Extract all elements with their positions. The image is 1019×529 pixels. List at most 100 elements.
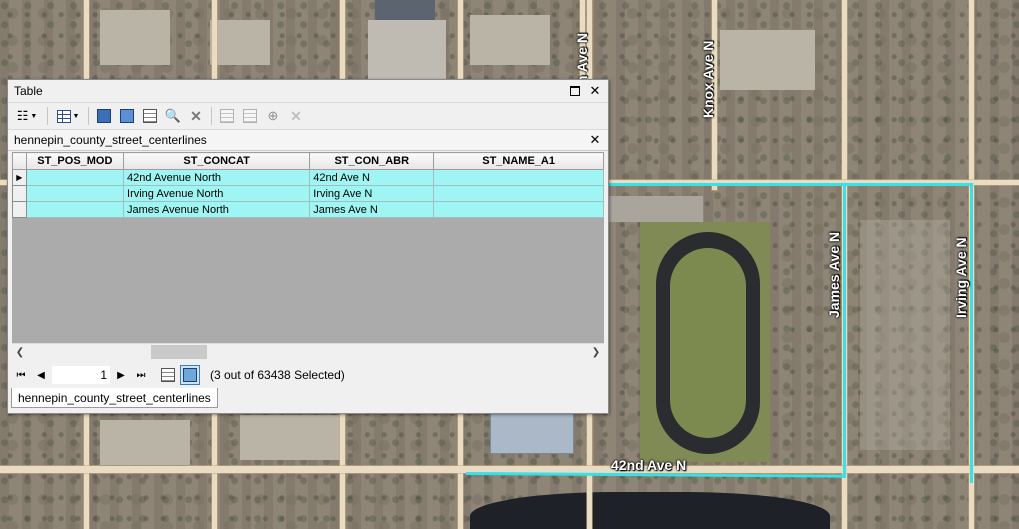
map-lot <box>240 415 340 460</box>
street-label-james: James Ave N <box>826 231 842 318</box>
selected-street-james[interactable] <box>843 183 846 478</box>
close-window-button[interactable]: ✕ <box>588 83 602 98</box>
map-lot <box>100 420 190 465</box>
clear-selection-button[interactable] <box>140 106 160 126</box>
selected-street-irving[interactable] <box>970 183 973 483</box>
related-tables-button[interactable]: ▼ <box>53 106 83 126</box>
table-header-row: ST_POS_MOD ST_CONCAT ST_CON_ABR ST_NAME_… <box>12 152 604 170</box>
table-window[interactable]: Table ✕ ☷ ▼ ▼ 🔍 ✕ ⊕ ✕ hennepin_county_str… <box>7 79 609 414</box>
delete-selected-button[interactable]: ✕ <box>186 106 206 126</box>
table-options-icon: ☷ <box>16 108 29 123</box>
row-selector[interactable]: ▶ <box>12 169 27 186</box>
toolbar-separator <box>47 107 48 125</box>
layer-tab-title: hennepin_county_street_centerlines <box>14 133 207 147</box>
clear-selection-icon <box>143 109 157 123</box>
record-navigation-bar: ⏮ ◀ ▶ ⏭ (3 out of 63438 Selected) <box>12 363 604 387</box>
map-lot <box>100 10 170 65</box>
map-lot <box>470 15 550 65</box>
street-label-knox: Knox Ave N <box>700 40 716 118</box>
zoom-to-selected-button[interactable]: 🔍 <box>163 106 183 126</box>
selected-street-42nd-north[interactable] <box>607 183 973 186</box>
parking-lot <box>608 196 703 222</box>
delete-selected-icon: ✕ <box>190 107 202 124</box>
cell-st-concat[interactable]: 42nd Avenue North <box>123 169 311 186</box>
switch-selection-icon <box>120 109 134 123</box>
table-row[interactable]: ▶ 42nd Avenue North 42nd Ave N <box>12 169 604 186</box>
last-record-button[interactable]: ⏭ <box>132 366 150 384</box>
map-lot <box>860 220 950 450</box>
row-selector-header[interactable] <box>12 152 27 170</box>
row-selector[interactable] <box>12 185 27 202</box>
table-row[interactable]: Irving Avenue North Irving Ave N <box>12 185 604 202</box>
toolbar-separator <box>211 107 212 125</box>
remove-button[interactable]: ✕ <box>286 106 306 126</box>
show-selected-records-button[interactable] <box>180 365 200 385</box>
column-header-st-concat[interactable]: ST_CONCAT <box>123 152 311 170</box>
add-field-button[interactable]: ⊕ <box>263 106 283 126</box>
next-record-button[interactable]: ▶ <box>112 366 130 384</box>
cell-st-pos-mod[interactable] <box>25 201 125 218</box>
close-layer-tab-button[interactable]: ✕ <box>588 132 602 147</box>
cell-st-pos-mod[interactable] <box>25 169 125 186</box>
toolbar-separator <box>88 107 89 125</box>
first-record-button[interactable]: ⏮ <box>12 366 30 384</box>
dropdown-caret-icon: ▼ <box>72 112 80 120</box>
row-selector[interactable] <box>12 201 27 218</box>
zoom-to-selected-icon: 🔍 <box>164 108 182 123</box>
table-row[interactable]: James Avenue North James Ave N <box>12 201 604 218</box>
select-by-attributes-icon <box>97 109 111 123</box>
street-label-irving: Irving Ave N <box>953 237 969 318</box>
horizontal-scrollbar[interactable]: ❮ ❯ <box>12 343 604 361</box>
show-all-records-icon <box>161 368 175 382</box>
table-toolbar: ☷ ▼ ▼ 🔍 ✕ ⊕ ✕ <box>8 103 608 130</box>
map-lot <box>720 30 815 90</box>
cell-st-pos-mod[interactable] <box>25 185 125 202</box>
copy-selected-button[interactable] <box>217 106 237 126</box>
cell-st-name-a1[interactable] <box>433 169 604 186</box>
previous-record-button[interactable]: ◀ <box>32 366 50 384</box>
scroll-thumb[interactable] <box>151 345 207 359</box>
cell-st-concat[interactable]: Irving Avenue North <box>123 185 311 202</box>
pond <box>470 492 830 529</box>
related-tables-icon <box>56 109 71 123</box>
paste-button[interactable] <box>240 106 260 126</box>
add-icon: ⊕ <box>267 108 279 123</box>
street-label-42nd: 42nd Ave N <box>611 457 687 473</box>
map-lot <box>210 20 270 65</box>
maximize-button[interactable] <box>568 84 582 98</box>
table-tab-bottom[interactable]: hennepin_county_street_centerlines <box>11 388 218 408</box>
remove-icon: ✕ <box>290 107 302 124</box>
table-options-button[interactable]: ☷ ▼ <box>12 106 42 126</box>
cell-st-con-abr[interactable]: James Ave N <box>309 201 435 218</box>
track-infield <box>670 248 746 438</box>
window-titlebar[interactable]: Table ✕ <box>8 80 608 103</box>
school-building <box>368 20 446 80</box>
switch-selection-button[interactable] <box>117 106 137 126</box>
column-header-st-pos-mod[interactable]: ST_POS_MOD <box>25 152 125 170</box>
maximize-icon <box>570 86 580 96</box>
show-selected-records-icon <box>183 368 197 382</box>
layer-tab-header: hennepin_county_street_centerlines ✕ <box>8 130 608 151</box>
show-all-records-button[interactable] <box>158 365 178 385</box>
cell-st-con-abr[interactable]: 42nd Ave N <box>309 169 435 186</box>
attribute-table: ST_POS_MOD ST_CONCAT ST_CON_ABR ST_NAME_… <box>12 152 604 218</box>
column-header-st-con-abr[interactable]: ST_CON_ABR <box>309 152 435 170</box>
window-title: Table <box>14 84 43 98</box>
column-header-st-name-a1[interactable]: ST_NAME_A1 <box>433 152 604 170</box>
copy-selected-icon <box>220 109 234 123</box>
dropdown-caret-icon: ▼ <box>30 112 38 120</box>
scroll-right-icon[interactable]: ❯ <box>588 344 604 361</box>
cell-st-name-a1[interactable] <box>433 185 604 202</box>
cell-st-concat[interactable]: James Avenue North <box>123 201 311 218</box>
scroll-left-icon[interactable]: ❮ <box>12 344 28 361</box>
street-label-partial: n Ave N <box>574 32 590 84</box>
cell-st-name-a1[interactable] <box>433 201 604 218</box>
school-roof <box>375 0 435 20</box>
attribute-grid[interactable]: ST_POS_MOD ST_CONCAT ST_CON_ABR ST_NAME_… <box>12 152 604 360</box>
record-number-input[interactable] <box>52 366 110 384</box>
select-by-attributes-button[interactable] <box>94 106 114 126</box>
gym-roof <box>490 410 574 454</box>
cell-st-con-abr[interactable]: Irving Ave N <box>309 185 435 202</box>
selection-status: (3 out of 63438 Selected) <box>210 368 345 382</box>
paste-icon <box>243 109 257 123</box>
